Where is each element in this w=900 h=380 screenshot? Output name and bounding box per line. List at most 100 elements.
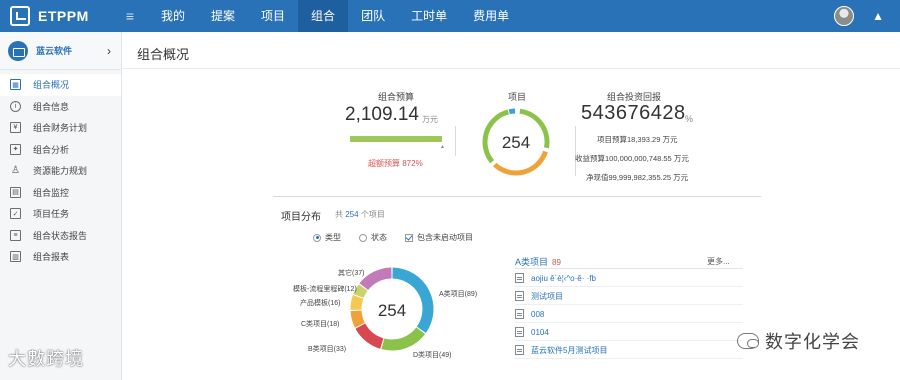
info-icon: i [10,100,21,112]
total-suffix: 个项目 [360,210,385,219]
donut-slice-1[interactable] [381,327,426,351]
list-count: 89 [552,258,561,267]
distribution-title: 项目分布 [281,212,321,223]
option-status[interactable]: 状态 [359,232,387,243]
sidebar-item-3[interactable]: ✦ 组合分析 [0,139,121,161]
nav-item-1[interactable]: 提案 [198,0,248,32]
sidebar-item-0[interactable]: ▦ 组合概况 [0,74,121,96]
option-label: 类型 [325,233,341,242]
donut-slice-6[interactable] [359,267,392,291]
option-type[interactable]: 类型 [313,232,341,243]
donut-label-6: 其它(37) [338,270,365,277]
nav-item-2[interactable]: 项目 [248,0,298,32]
nav-item-5[interactable]: 工时单 [398,0,460,32]
donut-center-label: 254 [378,301,406,320]
option-include-unstarted[interactable]: 包含未启动项目 [405,232,473,243]
main-nav: 我的 提案 项目 组合 团队 工时单 费用单 [148,0,522,32]
list-item-label: 0104 [531,327,549,337]
sidebar-item-1[interactable]: i 组合信息 [0,96,121,118]
sidebar-item-7[interactable]: ≡ 组合状态报告 [0,225,121,247]
doc-icon [515,345,524,355]
hamburger-icon[interactable]: ≡ [118,8,142,24]
sidebar-item-label: 项目任务 [33,209,70,220]
list-item[interactable]: aojiu ê´è¦‹^o·ê· ·fb [515,270,743,287]
donut-slice-2[interactable] [355,323,384,349]
projects-gauge: 254 [482,108,550,176]
watermark-left: 大數跨境 [8,349,84,369]
budget-value: 2,109.14 [345,104,419,125]
divider [515,268,743,269]
chevron-right-icon: › [107,43,111,58]
donut-slice-5[interactable] [353,284,368,299]
nav-item-4[interactable]: 团队 [348,0,398,32]
portfolio-switcher[interactable]: 蓝云软件 › [0,32,121,70]
type-radio[interactable] [313,233,321,242]
gauge-segment [508,108,516,115]
status-report-icon: ≡ [10,229,21,241]
report-icon: ▥ [10,251,21,263]
list-item[interactable]: 0104 [515,324,743,341]
revenue-budget-line: 收益预算100,000,000,748.55 万元 [575,154,689,163]
projects-count: 254 [502,133,530,152]
person-icon: ♙ [11,165,20,177]
logo-icon [10,6,30,26]
list-item[interactable]: 蓝云软件5月测试项目 [515,342,743,359]
budget-label: 组合预算 [378,92,415,102]
sidebar: 蓝云软件 › ▦ 组合概况 i 组合信息 ¥ 组合财务计划 ✦ 组合分析 ♙ 资源能力规划 ▤ 组合监… [0,32,122,380]
nav-item-6[interactable]: 费用单 [460,0,522,32]
divider [123,68,900,69]
donut-label-3: C类项目(18) [301,321,340,328]
monitor-icon: ▤ [10,186,21,198]
status-radio[interactable] [359,233,367,242]
more-link[interactable]: 更多... [707,256,730,267]
donut-label-1: D类项目(49) [413,352,452,359]
donut-slice-3[interactable] [350,310,365,328]
list-item[interactable]: 008 [515,306,743,323]
sidebar-item-label: 组合财务计划 [33,123,88,134]
donut-slice-4[interactable] [350,295,364,310]
budget-progress-bar [350,136,442,142]
sidebar-item-label: 组合监控 [33,187,70,198]
sidebar-item-label: 组合状态报告 [33,230,88,241]
sidebar-item-label: 组合概况 [33,80,70,91]
task-check-icon: ✓ [10,208,21,220]
sidebar-item-2[interactable]: ¥ 组合财务计划 [0,117,121,139]
nav-item-3[interactable]: 组合 [298,0,349,32]
distribution-total: 共 254 个项目 [335,209,385,220]
doc-icon [515,309,524,319]
top-right-actions: ▲ [834,0,884,32]
sidebar-item-8[interactable]: ▥ 组合报表 [0,246,121,268]
donut-label-2: B类项目(33) [308,346,347,353]
bell-icon[interactable]: ▲ [872,9,884,23]
sidebar-item-4[interactable]: ♙ 资源能力规划 [0,160,121,182]
include-unstarted-checkbox[interactable] [405,233,413,242]
doc-icon [515,273,524,283]
app-logo[interactable]: ETPPM [0,0,118,32]
sidebar-item-6[interactable]: ✓ 项目任务 [0,203,121,225]
watermark-right-text: 数字化学会 [765,332,860,352]
sidebar-item-label: 组合报表 [33,252,70,263]
sidebar-item-5[interactable]: ▤ 组合监控 [0,182,121,204]
watermark-right: 数字化学会 [737,328,860,354]
briefcase-icon [8,40,28,61]
list-item-label: aojiu ê´è¦‹^o·ê· ·fb [531,273,596,283]
sidebar-item-label: 组合信息 [33,101,70,112]
sidebar-menu: ▦ 组合概况 i 组合信息 ¥ 组合财务计划 ✦ 组合分析 ♙ 资源能力规划 ▤ 组合监控 ✓ 项目任务 ≡… [0,70,121,268]
doc-icon [515,291,524,301]
total-prefix: 共 [335,210,343,219]
user-avatar[interactable] [834,6,855,26]
project-budget-line: 项目预算18,393.29 万元 [597,135,678,144]
wechat-icon [737,333,759,349]
list-item-label: 008 [531,309,545,319]
list-title-text: A类项目 [515,257,549,267]
top-navigation-bar: ETPPM ≡ 我的 提案 项目 组合 团队 工时单 费用单 ▲ [0,0,900,32]
list-item[interactable]: 测试项目 [515,288,743,305]
total-count: 254 [345,210,359,219]
option-label: 状态 [371,233,387,242]
section-divider [273,196,761,197]
projects-label: 项目 [508,92,527,102]
nav-item-0[interactable]: 我的 [148,0,198,32]
page-title: 组合概况 [137,47,190,62]
main-content: 组合概况 组合预算 2,109.14 万元 ▲ 超额预算 872% 项目 254… [123,32,900,380]
budget-bar-marker: ▲ [440,144,445,150]
